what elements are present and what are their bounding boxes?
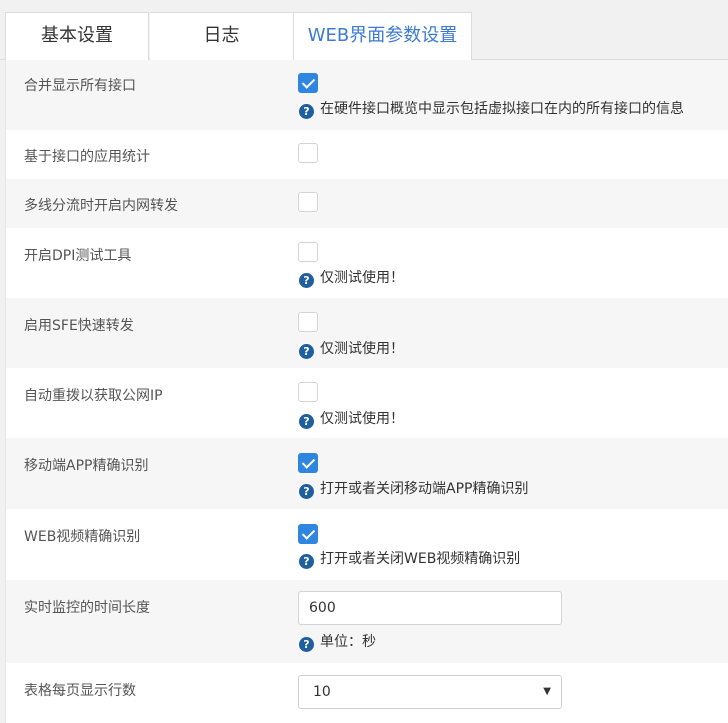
question-circle-icon: ? xyxy=(299,344,314,359)
merge-interfaces-checkbox[interactable] xyxy=(298,73,318,93)
tab-log[interactable]: 日志 xyxy=(150,12,294,61)
setting-label: 基于接口的应用统计 xyxy=(24,149,150,165)
tab-web-ui-settings[interactable]: WEB界面参数设置 xyxy=(294,12,472,62)
setting-label: 实时监控的时间长度 xyxy=(24,600,150,616)
question-circle-icon: ? xyxy=(299,414,314,429)
help-text: ? 打开或者关闭移动端APP精确识别 xyxy=(299,480,528,499)
mobile-app-recognition-checkbox[interactable] xyxy=(298,453,318,473)
setting-label: 移动端APP精确识别 xyxy=(24,458,149,474)
setting-row-interface-app-stats: 基于接口的应用统计 xyxy=(6,130,728,179)
setting-label: 自动重拨以获取公网IP xyxy=(24,388,163,404)
sfe-fast-forward-checkbox[interactable] xyxy=(298,312,318,332)
setting-row-rows-per-page: 表格每页显示行数 10 ▼ xyxy=(6,663,728,723)
setting-row-mobile-app-recognition: 移动端APP精确识别 ? 打开或者关闭移动端APP精确识别 xyxy=(6,438,728,509)
question-circle-icon: ? xyxy=(299,104,314,119)
question-circle-icon: ? xyxy=(299,554,314,569)
setting-label: 启用SFE快速转发 xyxy=(24,318,134,334)
dpi-test-tool-checkbox[interactable] xyxy=(298,242,318,262)
question-circle-icon: ? xyxy=(299,273,314,288)
auto-redial-checkbox[interactable] xyxy=(298,382,318,402)
question-circle-icon: ? xyxy=(299,637,314,652)
setting-label: 多线分流时开启内网转发 xyxy=(24,198,178,214)
setting-row-merge-interfaces: 合并显示所有接口 ? 在硬件接口概览中显示包括虚拟接口在内的所有接口的信息 xyxy=(6,60,728,130)
help-text: ? 仅测试使用！ xyxy=(299,269,404,288)
select-value: 10 xyxy=(313,684,331,700)
help-text: ? 仅测试使用！ xyxy=(299,340,404,359)
question-circle-icon: ? xyxy=(299,484,314,499)
tab-bar: 基本设置 日志 WEB界面参数设置 xyxy=(0,0,728,62)
setting-row-dpi-test-tool: 开启DPI测试工具 ? 仅测试使用！ xyxy=(6,228,728,298)
help-text: ? 单位：秒 xyxy=(299,633,376,652)
rows-per-page-select[interactable]: 10 ▼ xyxy=(298,675,562,709)
caret-down-icon: ▼ xyxy=(543,686,551,697)
web-video-recognition-checkbox[interactable] xyxy=(298,524,318,544)
setting-row-multiline-forwarding: 多线分流时开启内网转发 xyxy=(6,179,728,228)
setting-row-web-video-recognition: WEB视频精确识别 ? 打开或者关闭WEB视频精确识别 xyxy=(6,509,728,580)
setting-label: 开启DPI测试工具 xyxy=(24,248,132,264)
monitor-duration-input[interactable]: 600 xyxy=(298,591,562,625)
setting-label: 表格每页显示行数 xyxy=(24,683,136,699)
setting-row-monitor-duration: 实时监控的时间长度 600 ? 单位：秒 xyxy=(6,580,728,663)
settings-panel: 合并显示所有接口 ? 在硬件接口概览中显示包括虚拟接口在内的所有接口的信息 基于接… xyxy=(5,60,728,723)
setting-label: 合并显示所有接口 xyxy=(24,78,136,94)
setting-label: WEB视频精确识别 xyxy=(24,529,141,545)
help-text: ? 打开或者关闭WEB视频精确识别 xyxy=(299,550,520,569)
setting-row-sfe-fast-forward: 启用SFE快速转发 ? 仅测试使用！ xyxy=(6,298,728,368)
help-text: ? 在硬件接口概览中显示包括虚拟接口在内的所有接口的信息 xyxy=(299,100,684,119)
setting-row-auto-redial: 自动重拨以获取公网IP ? 仅测试使用！ xyxy=(6,368,728,438)
help-text: ? 仅测试使用！ xyxy=(299,410,404,429)
tab-basic-settings[interactable]: 基本设置 xyxy=(5,12,149,61)
interface-app-stats-checkbox[interactable] xyxy=(298,143,318,163)
multiline-forwarding-checkbox[interactable] xyxy=(298,192,318,212)
